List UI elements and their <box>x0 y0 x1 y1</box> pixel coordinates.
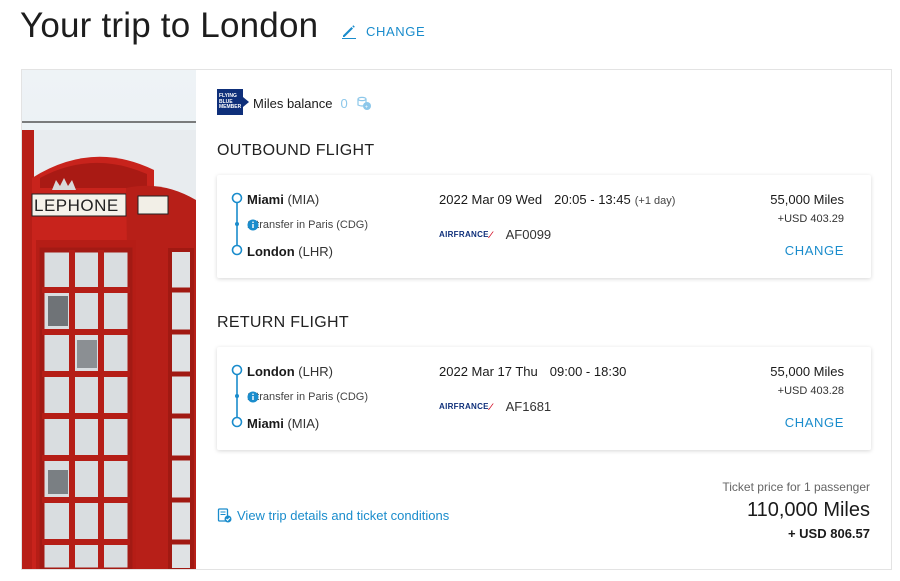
pencil-icon <box>342 25 356 39</box>
total-usd: + USD 806.57 <box>787 526 870 541</box>
outbound-transfer: 1 transfer in Paris (CDG) <box>247 219 368 231</box>
outbound-route: Miami (MIA) 1 transfer in Paris (CDG) Lo… <box>231 189 431 265</box>
return-airline: AIRFRANCE ⁄ AF1681 <box>439 399 551 414</box>
return-date-time: 2022 Mar 17 Thu 09:00 - 18:30 <box>439 364 626 379</box>
flight-time: 09:00 - 18:30 <box>549 364 627 379</box>
outbound-flight-card: Miami (MIA) 1 transfer in Paris (CDG) Lo… <box>217 175 871 278</box>
flying-blue-logo: FLYING BLUE MEMBER <box>217 89 249 115</box>
change-return-button[interactable]: CHANGE <box>770 415 844 430</box>
total-miles: 110,000 Miles <box>746 499 870 521</box>
change-outbound-button[interactable]: CHANGE <box>770 243 844 258</box>
airfrance-logo: AIRFRANCE ⁄ <box>439 229 492 240</box>
origin-city: Miami <box>247 192 284 207</box>
return-flight-title: RETURN FLIGHT <box>217 314 349 331</box>
phone-booth-sign: LEPHONE <box>34 196 119 215</box>
coins-icon[interactable]: + <box>356 95 372 111</box>
return-flight-card: London (LHR) 1 transfer in Paris (CDG) M… <box>217 347 871 450</box>
transfer-text: 1 transfer in Paris (CDG) <box>247 391 369 403</box>
info-icon[interactable] <box>247 391 259 403</box>
destination-city: London <box>247 244 295 259</box>
airfrance-logo: AIRFRANCE ⁄ <box>439 401 492 412</box>
price-usd: +USD 403.28 <box>777 385 844 397</box>
origin-city: London <box>247 364 295 379</box>
miles-balance-label: Miles balance <box>253 95 333 111</box>
price-miles: 55,000 Miles <box>770 192 844 207</box>
svg-text:+: + <box>365 105 368 111</box>
route-line-icon <box>231 364 243 428</box>
flight-number: AF1681 <box>505 399 552 414</box>
change-trip-label: CHANGE <box>366 23 426 39</box>
london-phone-booth-image: LEPHONE <box>22 70 196 569</box>
outbound-date-time: 2022 Mar 09 Wed 20:05 - 13:45 (+1 day) <box>439 192 675 207</box>
ticket-total: Ticket price for 1 passenger 110,000 Mil… <box>722 480 870 541</box>
trip-details-label: View trip details and ticket conditions <box>237 508 450 523</box>
transfer-text: 1 transfer in Paris (CDG) <box>247 219 369 231</box>
total-label: Ticket price for 1 passenger <box>722 480 870 494</box>
document-check-icon <box>217 508 232 523</box>
info-icon[interactable] <box>247 219 259 231</box>
outbound-airline: AIRFRANCE ⁄ AF0099 <box>439 227 551 242</box>
flight-date: 2022 Mar 09 Wed <box>439 192 543 207</box>
trip-summary-card: LEPHONE FLYING BLUE MEMBER Miles balance… <box>21 69 892 570</box>
miles-balance: Miles balance 0 + <box>253 95 372 111</box>
miles-balance-value: 0 <box>340 95 348 111</box>
logo-line-3: MEMBER <box>219 104 242 110</box>
return-origin: London (LHR) <box>247 364 333 379</box>
origin-code: (LHR) <box>298 364 333 379</box>
origin-code: (MIA) <box>287 192 320 207</box>
page-title: Your trip to London <box>20 6 319 45</box>
flight-number: AF0099 <box>505 227 552 242</box>
plus-day: (+1 day) <box>634 195 676 207</box>
return-destination: Miami (MIA) <box>247 416 319 431</box>
destination-city: Miami <box>247 416 284 431</box>
outbound-origin: Miami (MIA) <box>247 192 319 207</box>
outbound-price: 55,000 Miles +USD 403.29 CHANGE <box>770 192 844 258</box>
price-usd: +USD 403.29 <box>777 213 844 225</box>
return-transfer: 1 transfer in Paris (CDG) <box>247 391 368 403</box>
price-miles: 55,000 Miles <box>770 364 844 379</box>
destination-code: (MIA) <box>287 416 320 431</box>
trip-details-link[interactable]: View trip details and ticket conditions <box>217 508 449 523</box>
flight-time: 20:05 - 13:45 <box>554 192 631 207</box>
change-trip-button[interactable]: CHANGE <box>340 22 425 40</box>
return-route: London (LHR) 1 transfer in Paris (CDG) M… <box>231 361 431 437</box>
outbound-flight-title: OUTBOUND FLIGHT <box>217 142 375 159</box>
route-line-icon <box>231 192 243 256</box>
destination-code: (LHR) <box>298 244 333 259</box>
outbound-destination: London (LHR) <box>247 244 333 259</box>
return-price: 55,000 Miles +USD 403.28 CHANGE <box>770 364 844 430</box>
flight-date: 2022 Mar 17 Thu <box>439 364 538 379</box>
